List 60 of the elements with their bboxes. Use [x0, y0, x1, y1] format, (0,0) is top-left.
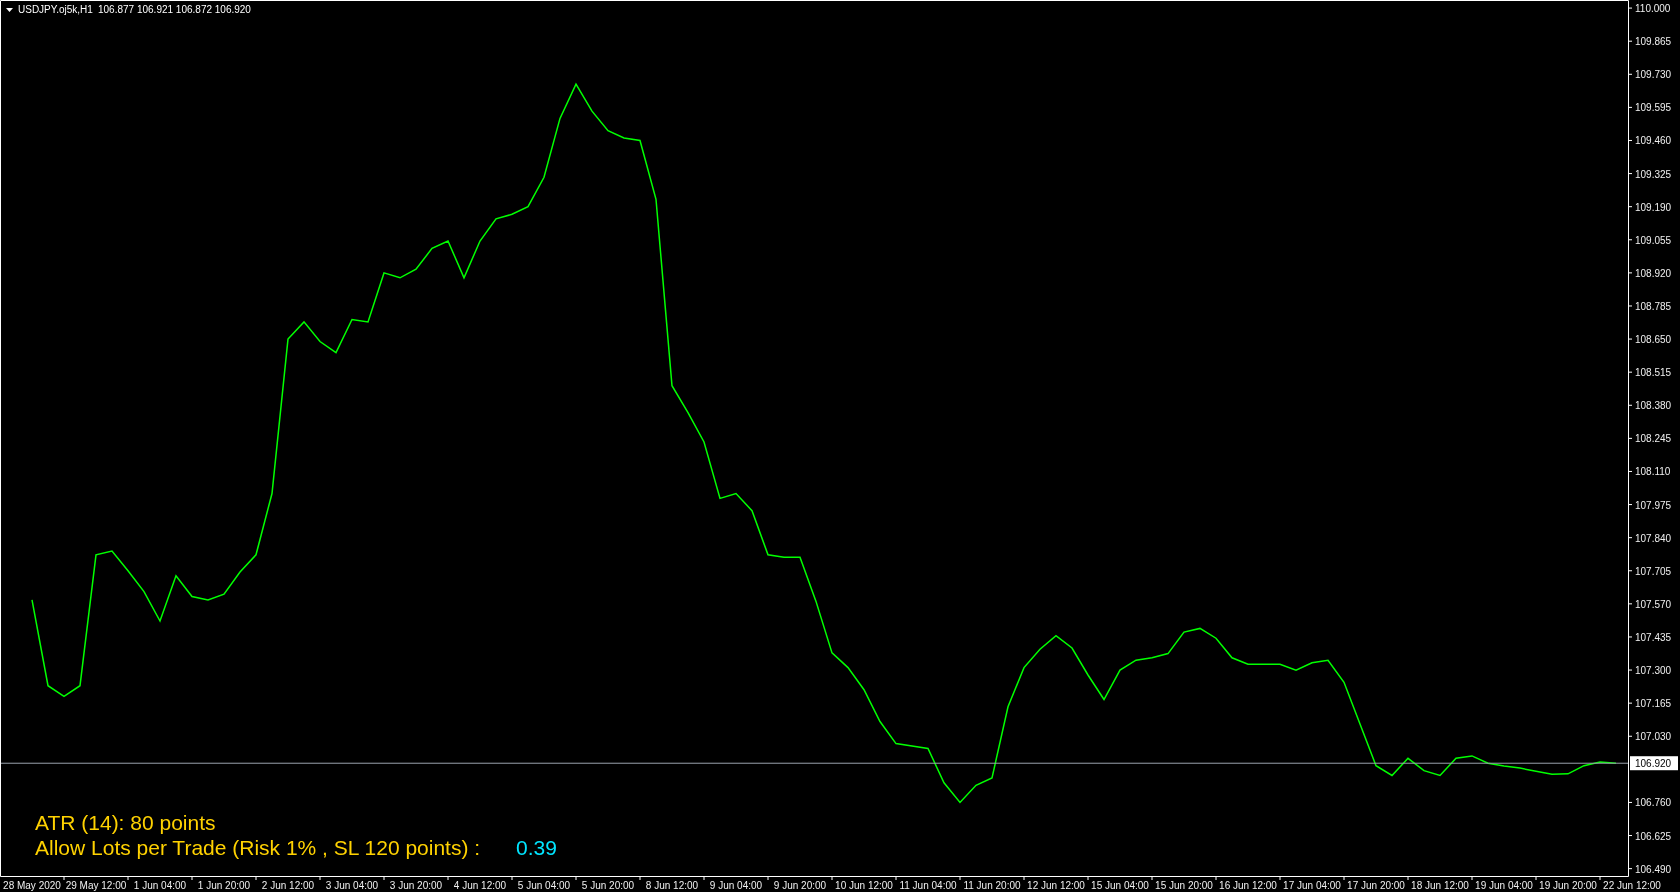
axis-label: 109.865	[1635, 36, 1672, 48]
axis-label: 108.785	[1635, 300, 1672, 312]
axis-label: 12 Jun 12:00	[1027, 880, 1085, 891]
axis-label: 108.110	[1635, 466, 1671, 478]
axis-label: 107.030	[1635, 731, 1672, 743]
axis-label: 107.300	[1635, 665, 1672, 677]
current-price-label: 106.920	[1630, 756, 1678, 771]
axis-label: 110.000	[1635, 3, 1671, 15]
axis-label: 107.570	[1635, 598, 1672, 610]
ref-line-label: 106.920	[1635, 758, 1672, 770]
axis-label: 17 Jun 20:00	[1347, 880, 1405, 891]
axis-label: 1 Jun 04:00	[133, 880, 187, 891]
axis-label: 108.920	[1635, 267, 1672, 279]
axis-label: 15 Jun 04:00	[1091, 880, 1149, 891]
axis-label: 11 Jun 20:00	[963, 880, 1021, 891]
lots-label: Allow Lots per Trade (Risk 1% , SL 120 points) :	[35, 835, 481, 860]
lots-value: 0.39	[516, 835, 557, 860]
axis-label: 108.380	[1635, 400, 1672, 412]
axis-label: 107.165	[1635, 698, 1672, 710]
axis-label: 4 Jun 12:00	[453, 880, 507, 891]
axis-label: 5 Jun 04:00	[517, 880, 571, 891]
axis-label: 16 Jun 12:00	[1219, 880, 1277, 891]
axis-label: 17 Jun 04:00	[1283, 880, 1341, 891]
axis-label: 15 Jun 20:00	[1155, 880, 1213, 891]
axis-label: 9 Jun 20:00	[773, 880, 827, 891]
axis-label: 109.595	[1635, 102, 1672, 114]
axis-label: 29 May 12:00	[65, 880, 127, 891]
atr-reading: ATR (14): 80 points	[35, 810, 217, 835]
axis-label: 106.625	[1635, 830, 1672, 842]
axis-label: 2 Jun 12:00	[261, 880, 315, 891]
axis-label: 107.435	[1635, 631, 1672, 643]
axis-label: 106.760	[1635, 797, 1672, 809]
axis-label: 28 May 2020	[3, 880, 61, 891]
axis-label: 108.650	[1635, 334, 1672, 346]
axis-label: 3 Jun 20:00	[389, 880, 443, 891]
axis-label: 109.325	[1635, 168, 1672, 180]
axis-label: 108.515	[1635, 367, 1672, 379]
axis-label: 1 Jun 20:00	[197, 880, 251, 891]
chart-title: USDJPY.oj5k,H1	[18, 4, 93, 15]
axis-label: 109.460	[1635, 135, 1672, 147]
axis-label: 8 Jun 12:00	[645, 880, 699, 891]
axis-label: 5 Jun 20:00	[581, 880, 635, 891]
axis-label: 22 Jun 12:00	[1603, 880, 1661, 891]
axis-label: 19 Jun 20:00	[1539, 880, 1597, 891]
axis-label: 107.975	[1635, 499, 1672, 511]
axis-label: 10 Jun 12:00	[835, 880, 893, 891]
price-quote: 106.877 106.921 106.872 106.920	[98, 4, 251, 15]
axis-label: 19 Jun 04:00	[1475, 880, 1533, 891]
axis-label: 108.245	[1635, 433, 1672, 445]
axis-label: 109.055	[1635, 234, 1672, 246]
dropdown-triangle-icon[interactable]	[6, 8, 13, 12]
axis-label: 109.730	[1635, 69, 1672, 81]
axis-label: 9 Jun 04:00	[709, 880, 763, 891]
axis-label: 109.190	[1635, 201, 1672, 213]
axis-label: 18 Jun 12:00	[1411, 880, 1469, 891]
axis-label: 107.705	[1635, 565, 1672, 577]
axis-label: 106.490	[1635, 863, 1672, 875]
axis-label: 107.840	[1635, 532, 1672, 544]
axis-label: 11 Jun 04:00	[899, 880, 957, 891]
axis-label: 3 Jun 04:00	[325, 880, 379, 891]
